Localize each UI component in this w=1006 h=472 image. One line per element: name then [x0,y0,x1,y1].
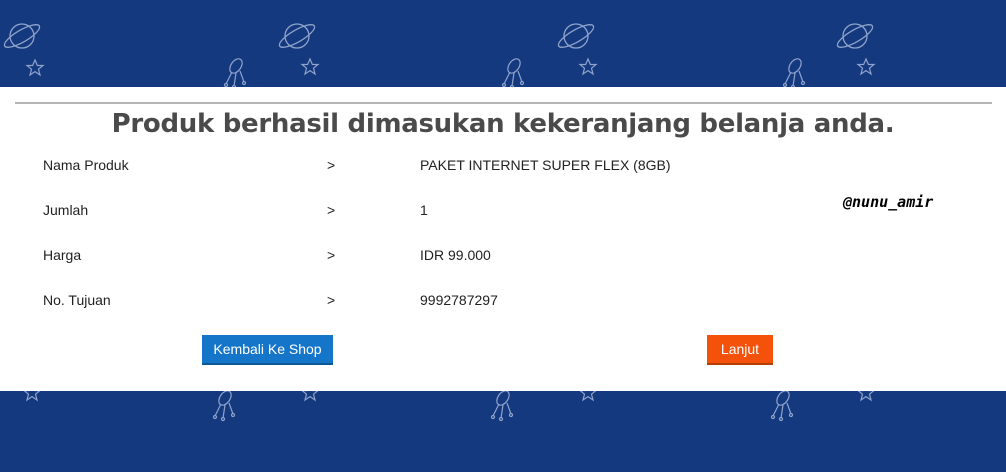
detail-separator: > [327,247,336,263]
planet-icon [834,20,876,52]
star-icon [579,58,597,75]
detail-separator: > [327,292,336,308]
detail-row-destination: No. Tujuan > 9992787297 [0,292,1006,316]
star-icon [26,59,44,76]
satellite-icon [212,387,236,422]
divider [15,102,992,104]
detail-label: Jumlah [43,202,89,218]
planet-icon [276,20,318,52]
star-icon [857,58,875,75]
satellite-icon [501,55,525,90]
detail-label: Harga [43,247,82,263]
satellite-icon [782,55,806,90]
satellite-icon [770,387,794,422]
detail-value: 9992787297 [420,292,498,308]
watermark-text: @nunu_amir [843,193,934,211]
detail-separator: > [327,157,336,173]
planet-icon [1,20,43,52]
detail-label: Nama Produk [43,157,129,173]
satellite-icon [223,55,247,90]
back-to-shop-button[interactable]: Kembali Ke Shop [202,335,333,365]
satellite-icon [490,387,514,422]
page-title: Produk berhasil dimasukan kekeranjang be… [111,109,895,139]
detail-separator: > [327,202,336,218]
detail-row-price: Harga > IDR 99.000 [0,247,1006,271]
detail-value: PAKET INTERNET SUPER FLEX (8GB) [420,157,671,173]
detail-row-product: Nama Produk > PAKET INTERNET SUPER FLEX … [0,157,1006,181]
cart-confirmation-panel: Produk berhasil dimasukan kekeranjang be… [0,87,1006,391]
planet-icon [555,20,597,52]
detail-label: No. Tujuan [43,292,111,308]
detail-value: IDR 99.000 [420,247,491,263]
star-icon [301,58,319,75]
continue-button[interactable]: Lanjut [707,335,773,365]
detail-value: 1 [420,202,428,218]
